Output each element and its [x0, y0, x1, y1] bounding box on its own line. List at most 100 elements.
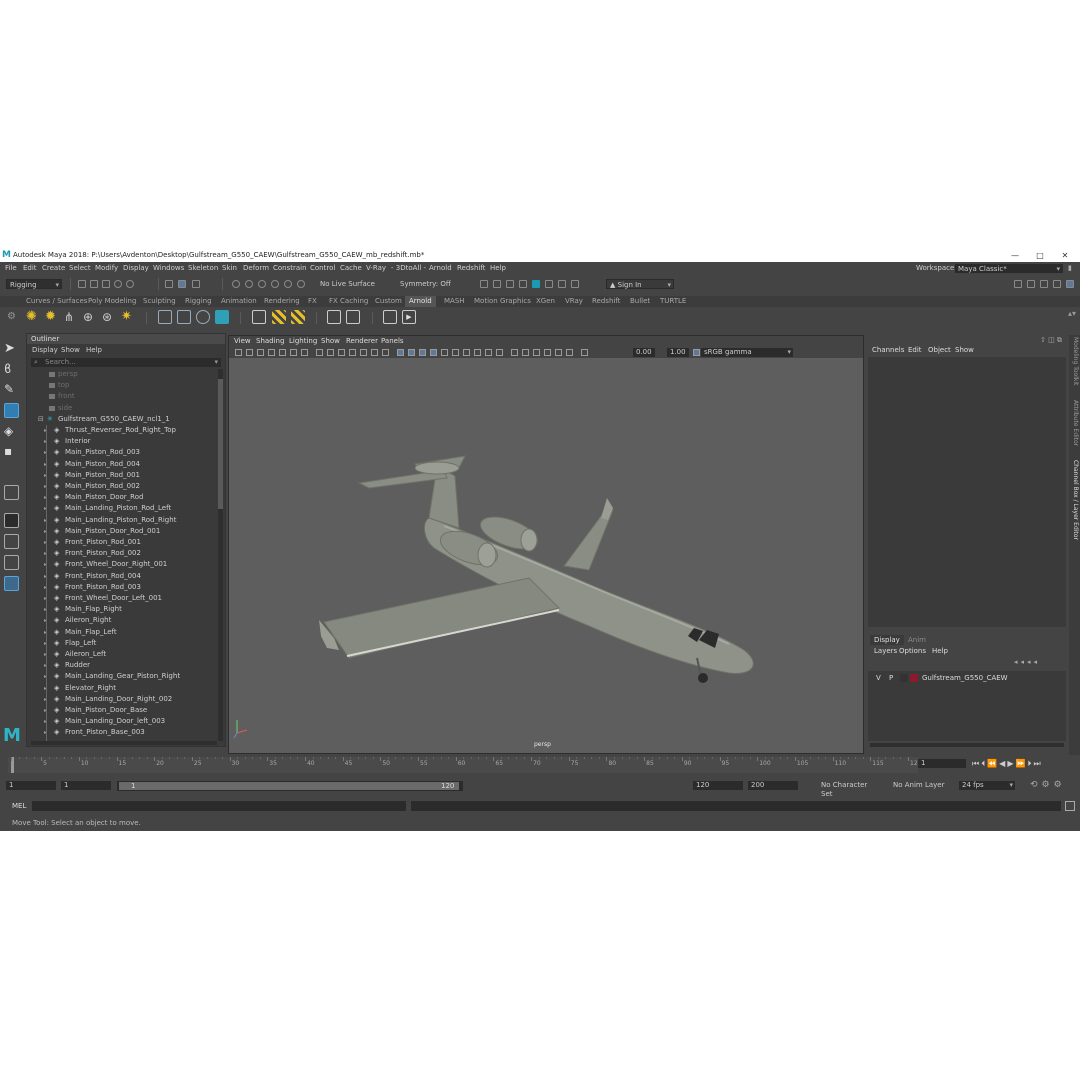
- menu-set-dropdown[interactable]: Rigging ▾: [6, 279, 62, 289]
- color-space-dropdown[interactable]: sRGB gamma ▾: [701, 348, 793, 357]
- mel-input[interactable]: [32, 801, 406, 811]
- menu-select[interactable]: Select: [69, 263, 91, 273]
- layer-hscrollbar[interactable]: [870, 743, 1064, 747]
- animation-start-field[interactable]: 1: [6, 781, 56, 790]
- exposure-field[interactable]: 0.00: [633, 348, 655, 357]
- channel-box-icon[interactable]: [1053, 280, 1061, 288]
- outliner-item[interactable]: ▸◈Main_Piston_Door_Base: [27, 705, 217, 716]
- use-all-lights-icon[interactable]: [441, 349, 448, 356]
- outliner-item[interactable]: ▸◈Flap_Left: [27, 638, 217, 649]
- auto-key-icons[interactable]: ⟲⚙⚙: [1030, 780, 1066, 790]
- outliner-item[interactable]: ▸◈Interior: [27, 436, 217, 447]
- viewport-menu-show[interactable]: Show: [321, 336, 340, 347]
- viewport-menu-renderer[interactable]: Renderer: [346, 336, 378, 347]
- outliner-item[interactable]: ▸◈Main_Flap_Left: [27, 627, 217, 638]
- outliner-item[interactable]: ▸◈Front_Wheel_Door_Left_001: [27, 593, 217, 604]
- shadows-icon[interactable]: [452, 349, 459, 356]
- outliner-item[interactable]: ▸◈Main_Piston_Door_Rod: [27, 492, 217, 503]
- flush-cache-icon[interactable]: [272, 310, 286, 324]
- snap-pivot-icon[interactable]: [297, 280, 305, 288]
- layer-editor-icon[interactable]: [1066, 280, 1074, 288]
- menu-help[interactable]: Help: [490, 263, 506, 273]
- outliner-item[interactable]: ▸◈Front_Wheel_Door_Right_001: [27, 559, 217, 570]
- outliner-item[interactable]: ▸◈Aileron_Left: [27, 649, 217, 660]
- anim-layer-dropdown[interactable]: No Anim Layer: [890, 781, 950, 790]
- close-button[interactable]: ✕: [1055, 249, 1075, 262]
- panel-icons[interactable]: ⇧ ◫ ⧉: [1040, 336, 1062, 345]
- arnold-render-icon[interactable]: [532, 280, 540, 288]
- layer-type-toggle[interactable]: [900, 674, 908, 682]
- tx-manager-icon[interactable]: [327, 310, 341, 324]
- depth-of-field-icon[interactable]: [496, 349, 503, 356]
- symmetry-label[interactable]: Symmetry: Off: [400, 280, 451, 289]
- shelf-tab-poly-modeling[interactable]: Poly Modeling: [88, 296, 136, 307]
- snap-surface-icon[interactable]: [284, 280, 292, 288]
- viewport-menu-lighting[interactable]: Lighting: [289, 336, 317, 347]
- wireframe-icon[interactable]: [397, 349, 404, 356]
- snap-grid-icon[interactable]: [232, 280, 240, 288]
- layer-action-icons[interactable]: ◂◂◂◂: [1014, 658, 1040, 666]
- menu-modify[interactable]: Modify: [95, 263, 118, 273]
- animation-end-field[interactable]: 200: [748, 781, 798, 790]
- playback-end-field[interactable]: 120: [693, 781, 743, 790]
- layer-menu-help[interactable]: Help: [932, 647, 948, 656]
- outliner-menu-show[interactable]: Show: [61, 346, 80, 355]
- xray-components-icon[interactable]: [544, 349, 551, 356]
- menu-skin[interactable]: Skin: [222, 263, 237, 273]
- render-view-icon[interactable]: [383, 310, 397, 324]
- layer-color-swatch[interactable]: [910, 674, 918, 682]
- playback-start-field[interactable]: 1: [61, 781, 111, 790]
- maximize-button[interactable]: □: [1030, 249, 1050, 262]
- redo-icon[interactable]: [126, 280, 134, 288]
- fps-dropdown[interactable]: 24 fps ▾: [959, 781, 1015, 790]
- mel-label[interactable]: MEL: [12, 801, 26, 811]
- lock-icon[interactable]: ▮: [1068, 263, 1072, 273]
- outliner-item[interactable]: ▸◈Elevator_Right: [27, 683, 217, 694]
- outliner-scrollbar[interactable]: [218, 369, 223, 741]
- outliner-item[interactable]: ▸◈Aileron_Right: [27, 615, 217, 626]
- menu-deform[interactable]: Deform: [243, 263, 269, 273]
- default-material-icon[interactable]: [419, 349, 426, 356]
- shelf-tab-curves-surfaces[interactable]: Curves / Surfaces: [26, 296, 87, 307]
- film-gate-icon[interactable]: [327, 349, 334, 356]
- sign-in-button[interactable]: ▲ Sign In ▾: [606, 279, 674, 289]
- outliner-item[interactable]: ▸◈Main_Piston_Rod_003: [27, 447, 217, 458]
- select-hierarchy-icon[interactable]: [165, 280, 173, 288]
- grid-icon[interactable]: [316, 349, 323, 356]
- move-tool-icon[interactable]: [4, 403, 19, 418]
- multisample-aa-icon[interactable]: [485, 349, 492, 356]
- shelf-tab-turtle[interactable]: TURTLE: [660, 296, 686, 307]
- shelf-tab-arnold[interactable]: Arnold: [405, 296, 436, 307]
- camera-attributes-icon[interactable]: [257, 349, 264, 356]
- layer-name[interactable]: Gulfstream_G550_CAEW: [922, 673, 1008, 683]
- snap-point-icon[interactable]: [258, 280, 266, 288]
- shelf-tab-fx[interactable]: FX: [308, 296, 317, 307]
- select-tool-icon[interactable]: ➤: [4, 341, 19, 356]
- new-scene-icon[interactable]: [78, 280, 86, 288]
- menu-control[interactable]: Control: [310, 263, 335, 273]
- menu-file[interactable]: File: [5, 263, 17, 273]
- shelf-tab-custom[interactable]: Custom: [375, 296, 402, 307]
- backface-culling-icon[interactable]: [566, 349, 573, 356]
- select-component-icon[interactable]: [192, 280, 200, 288]
- shelf-tab-sculpting[interactable]: Sculpting: [143, 296, 176, 307]
- four-view-layout-icon[interactable]: [4, 534, 19, 549]
- side-tab-channel-box-layer-editor[interactable]: Channel Box / Layer Editor: [1070, 460, 1079, 540]
- photometric-light-icon[interactable]: ⊕: [83, 310, 97, 324]
- redshift-render-icon[interactable]: [558, 280, 566, 288]
- export-standin-icon[interactable]: [177, 310, 191, 324]
- viewport-menu-panels[interactable]: Panels: [381, 336, 404, 347]
- range-slider[interactable]: 1 120: [117, 781, 463, 791]
- menu-skeleton[interactable]: Skeleton: [188, 263, 218, 273]
- sky-dome-light-icon[interactable]: ✹: [45, 310, 59, 324]
- resolution-gate-icon[interactable]: [338, 349, 345, 356]
- script-editor-icon[interactable]: [1065, 801, 1075, 811]
- minimize-button[interactable]: —: [1005, 249, 1025, 262]
- outliner-item[interactable]: ▸◈Main_Landing_Piston_Rod_Right: [27, 515, 217, 526]
- shelf-tab-bullet[interactable]: Bullet: [630, 296, 650, 307]
- pause-icon[interactable]: [571, 280, 579, 288]
- persp-outliner-layout-icon[interactable]: [4, 555, 19, 570]
- render-settings-icon[interactable]: [506, 280, 514, 288]
- lasso-tool-icon[interactable]: ϐ: [4, 362, 19, 377]
- outliner-item[interactable]: ▸◈Thrust_Reverser_Rod_Right_Top: [27, 425, 217, 436]
